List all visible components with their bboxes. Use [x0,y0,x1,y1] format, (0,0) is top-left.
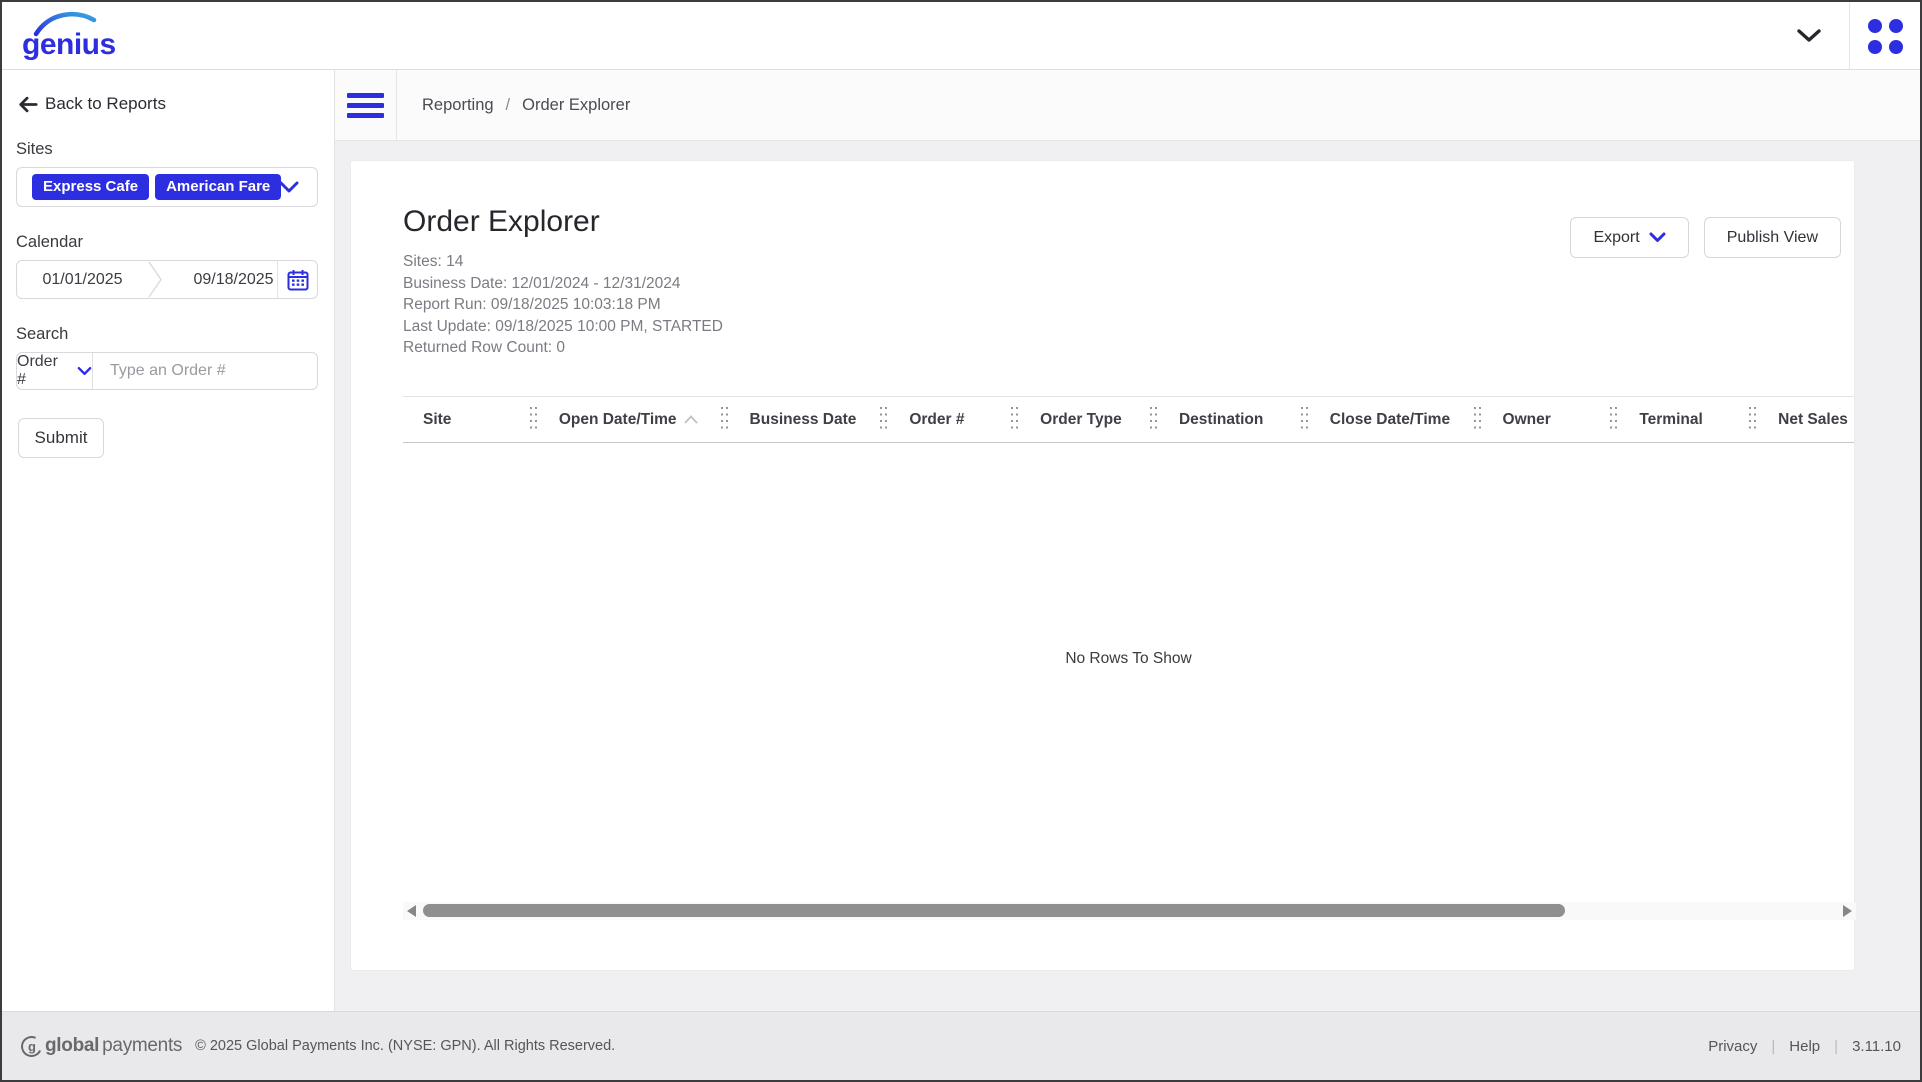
globalpayments-logo-light: payments [102,1035,182,1057]
hamburger-icon [347,93,384,118]
back-to-reports-label: Back to Reports [45,94,166,114]
column-header-close-datetime[interactable]: Close Date/Time [1310,397,1483,442]
column-header-business-date[interactable]: Business Date [730,397,890,442]
column-header-owner[interactable]: Owner [1483,397,1620,442]
report-actions: Export Publish View [1570,217,1841,258]
genius-logo[interactable]: genius [22,8,118,64]
app-window: genius Back to Reports Sites Express Caf… [0,0,1922,1082]
report-meta-row-count: Returned Row Count: 0 [403,337,1841,359]
search-label: Search [16,325,318,344]
privacy-link[interactable]: Privacy [1708,1038,1757,1055]
column-header-order-number[interactable]: Order # [889,397,1020,442]
column-header-open-datetime[interactable]: Open Date/Time [539,397,730,442]
export-label: Export [1593,229,1639,247]
breadcrumb-bar: Reporting / Order Explorer [335,70,1920,141]
publish-view-button[interactable]: Publish View [1704,217,1841,258]
submit-button[interactable]: Submit [18,418,104,458]
start-date-input[interactable]: 01/01/2025 [17,261,148,298]
help-link[interactable]: Help [1789,1038,1820,1055]
top-bar: genius [2,2,1920,70]
search-type-value: Order # [17,353,68,389]
back-to-reports-link[interactable]: Back to Reports [18,94,318,114]
column-resize-handle[interactable] [1749,407,1756,433]
chevron-down-icon [1649,232,1666,243]
calendar-label: Calendar [16,233,318,252]
chevron-down-icon [77,366,92,376]
footer-separator: | [1834,1038,1838,1055]
globalpayments-mark-icon: g [18,1033,45,1060]
column-resize-handle[interactable] [1301,407,1308,433]
breadcrumb-separator: / [506,96,511,115]
table-body: No Rows To Show [403,443,1854,902]
column-resize-handle[interactable] [530,407,537,433]
report-header: Order Explorer Sites: 14 Business Date: … [351,161,1854,359]
globalpayments-logo: g globalpayments [21,1035,182,1057]
menu-toggle-button[interactable] [335,70,397,140]
sites-label: Sites [16,140,318,159]
column-header-order-type[interactable]: Order Type [1020,397,1159,442]
column-resize-handle[interactable] [1150,407,1157,433]
logo-text: genius [22,28,116,62]
breadcrumb-reporting[interactable]: Reporting [422,96,494,115]
chevron-down-icon [279,181,299,193]
filters-sidebar: Back to Reports Sites Express Cafe Ameri… [2,70,335,1015]
site-chip[interactable]: Express Cafe [32,174,149,200]
scrollbar-thumb[interactable] [423,904,1565,917]
site-chip[interactable]: American Fare [155,174,281,200]
app-grid-icon [1868,19,1903,54]
search-box: Order # [16,352,318,390]
main-area: Reporting / Order Explorer Order Explore… [335,70,1920,1015]
breadcrumb: Reporting / Order Explorer [397,70,630,140]
report-meta-report-run: Report Run: 09/18/2025 10:03:18 PM [403,294,1841,316]
search-input[interactable] [93,353,317,389]
export-button[interactable]: Export [1570,217,1688,258]
copyright-text: © 2025 Global Payments Inc. (NYSE: GPN).… [195,1038,615,1054]
horizontal-scrollbar[interactable] [403,902,1856,920]
column-resize-handle[interactable] [1610,407,1617,433]
chevron-down-icon [1797,29,1821,43]
publish-view-label: Publish View [1727,229,1818,247]
report-card: Order Explorer Sites: 14 Business Date: … [350,160,1855,971]
orders-table: Site Open Date/Time Business Date [403,396,1854,920]
column-header-net-sales[interactable]: Net Sales [1758,397,1854,442]
footer: g globalpayments © 2025 Global Payments … [2,1011,1920,1080]
column-resize-handle[interactable] [721,407,728,433]
calendar-button[interactable] [277,261,317,298]
empty-table-message: No Rows To Show [1065,650,1191,668]
column-header-destination[interactable]: Destination [1159,397,1310,442]
footer-separator: | [1771,1038,1775,1055]
search-type-select[interactable]: Order # [17,353,93,389]
scroll-right-arrow[interactable] [1843,905,1852,917]
column-resize-handle[interactable] [1011,407,1018,433]
version-number: 3.11.10 [1852,1038,1901,1055]
table-header-row: Site Open Date/Time Business Date [403,396,1854,443]
arrow-left-icon [18,96,38,113]
column-header-terminal[interactable]: Terminal [1619,397,1758,442]
column-resize-handle[interactable] [1474,407,1481,433]
column-header-site[interactable]: Site [403,397,539,442]
globalpayments-logo-bold: global [45,1035,99,1057]
report-meta-last-update: Last Update: 09/18/2025 10:00 PM, STARTE… [403,316,1841,338]
breadcrumb-current-page: Order Explorer [522,96,630,115]
calendar-icon [287,269,309,291]
scroll-left-arrow[interactable] [407,905,416,917]
sort-asc-icon [684,415,698,424]
app-launcher-button[interactable] [1850,2,1920,70]
column-resize-handle[interactable] [880,407,887,433]
account-menu-button[interactable] [1769,2,1849,70]
sites-select[interactable]: Express Cafe American Fare [16,167,318,207]
date-range-divider [148,261,168,298]
report-meta-business-date: Business Date: 12/01/2024 - 12/31/2024 [403,273,1841,295]
date-range-picker: 01/01/2025 09/18/2025 [16,260,318,299]
